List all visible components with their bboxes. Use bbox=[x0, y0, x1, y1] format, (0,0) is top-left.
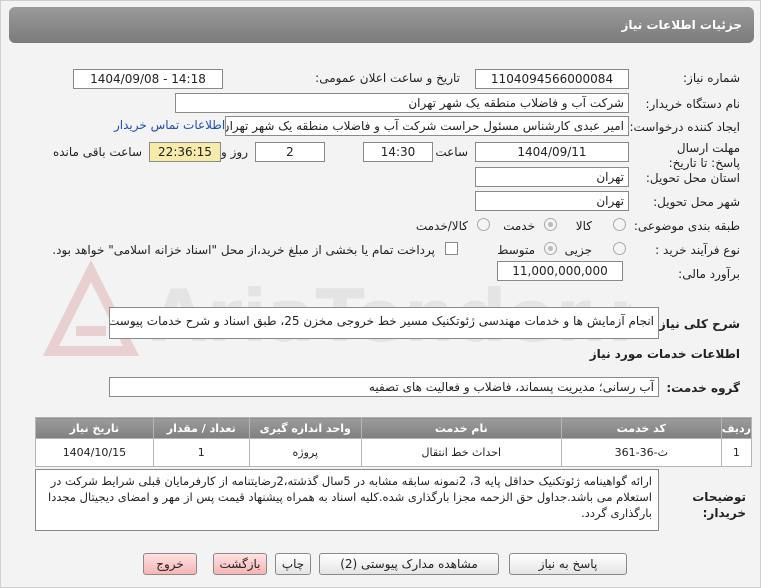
buyer-contact-link[interactable]: اطلاعات تماس خریدار bbox=[114, 118, 225, 132]
days-remaining-field: 2 bbox=[255, 142, 325, 162]
purchase-minor-label: جزیی bbox=[564, 243, 592, 257]
description-label: شرح کلی نیاز: bbox=[654, 317, 740, 331]
days-label: روز و bbox=[221, 145, 248, 159]
buyer-notes-label: توضیحات خریدار: bbox=[692, 490, 746, 520]
table-row: 1 ث-36-361 احداث خط انتقال پروژه 1 1404/… bbox=[35, 438, 753, 467]
back-button[interactable]: بازگشت bbox=[213, 553, 267, 575]
announce-date-label: تاریخ و ساعت اعلان عمومی: bbox=[315, 71, 460, 85]
remaining-time-label: ساعت باقی مانده bbox=[52, 145, 142, 159]
description-field[interactable]: انجام آزمایش ها و خدمات مهندسی ژئوتکنیک … bbox=[109, 307, 659, 339]
province-label: استان محل تحویل: bbox=[645, 171, 740, 185]
need-details-panel: AriaTender.net جزئیات اطلاعات نیاز شماره… bbox=[0, 0, 761, 588]
creator-field: امیر عبدی کارشناس مسئول حراست شرکت آب و … bbox=[225, 116, 629, 136]
cell-row-number: 1 bbox=[720, 438, 753, 467]
service-group-field: آب رسانی؛ مدیریت پسماند، فاضلاب و فعالیت… bbox=[109, 377, 659, 397]
estimate-label: برآورد مالی: bbox=[678, 267, 740, 281]
services-table: ردیف کد خدمت نام خدمت واحد اندازه گیری ت… bbox=[35, 417, 753, 467]
buyer-org-field: شرکت آب و فاضلاب منطقه یک شهر تهران bbox=[175, 93, 629, 113]
reply-button[interactable]: پاسخ به نیاز bbox=[509, 553, 627, 575]
estimate-field: 11,000,000,000 bbox=[497, 261, 623, 281]
category-goods-radio[interactable] bbox=[613, 218, 626, 231]
service-group-label: گروه خدمت: bbox=[666, 381, 740, 395]
cell-need-date: 1404/10/15 bbox=[35, 438, 154, 467]
deadline-date-field: 1404/09/11 bbox=[475, 142, 629, 162]
page-title: جزئیات اطلاعات نیاز bbox=[9, 7, 754, 43]
buyer-notes-field[interactable]: ارائه گواهینامه ژئوتکنیک حداقل پایه 3، 2… bbox=[35, 469, 659, 531]
creator-label: ایجاد کننده درخواست: bbox=[629, 120, 740, 134]
table-header-row: ردیف کد خدمت نام خدمت واحد اندازه گیری ت… bbox=[35, 417, 753, 439]
col-service-name: نام خدمت bbox=[360, 417, 562, 439]
deadline-time-field: 14:30 bbox=[363, 142, 433, 162]
treasury-payment-note: پرداخت تمام یا بخشی از مبلغ خرید،از محل … bbox=[52, 243, 435, 257]
purchase-medium-label: متوسط bbox=[497, 243, 535, 257]
exit-button[interactable]: خروج bbox=[143, 553, 197, 575]
category-service-radio[interactable] bbox=[544, 218, 557, 231]
category-goods-service-label: کالا/خدمت bbox=[415, 219, 468, 233]
print-button[interactable]: چاپ bbox=[275, 553, 311, 575]
cell-unit: پروژه bbox=[248, 438, 362, 467]
city-label: شهر محل تحویل: bbox=[653, 195, 740, 209]
buyer-org-label: نام دستگاه خریدار: bbox=[645, 97, 741, 111]
category-service-label: خدمت bbox=[503, 219, 535, 233]
treasury-payment-checkbox[interactable] bbox=[445, 242, 458, 255]
purchase-type-label: نوع فرآیند خرید : bbox=[655, 243, 740, 257]
col-row-number: ردیف bbox=[720, 417, 753, 439]
cell-service-name: احداث خط انتقال bbox=[360, 438, 562, 467]
need-number-label: شماره نیاز: bbox=[683, 71, 740, 85]
col-unit: واحد اندازه گیری bbox=[248, 417, 362, 439]
cell-service-code: ث-36-361 bbox=[560, 438, 722, 467]
deadline-label: مهلت ارسال پاسخ: تا تاریخ: bbox=[668, 141, 740, 170]
cell-quantity: 1 bbox=[152, 438, 250, 467]
announce-date-field: 1404/09/08 - 14:18 bbox=[73, 69, 223, 89]
remaining-time-field: 22:36:15 bbox=[149, 142, 221, 162]
col-service-code: کد خدمت bbox=[560, 417, 722, 439]
deadline-time-label: ساعت bbox=[435, 145, 468, 159]
col-need-date: تاریخ نیاز bbox=[35, 417, 154, 439]
purchase-minor-radio[interactable] bbox=[613, 242, 626, 255]
province-field: تهران bbox=[475, 167, 629, 187]
category-goods-service-radio[interactable] bbox=[477, 218, 490, 231]
purchase-medium-radio[interactable] bbox=[544, 242, 557, 255]
col-quantity: تعداد / مقدار bbox=[152, 417, 250, 439]
category-label: طبقه بندی موضوعی: bbox=[633, 219, 740, 233]
city-field: تهران bbox=[475, 191, 629, 211]
need-number-field: 1104094566000084 bbox=[475, 69, 629, 89]
view-attachments-button[interactable]: مشاهده مدارک پیوستی (2) bbox=[319, 553, 499, 575]
category-goods-label: کالا bbox=[575, 219, 592, 233]
services-section-title: اطلاعات خدمات مورد نیاز bbox=[589, 347, 740, 361]
